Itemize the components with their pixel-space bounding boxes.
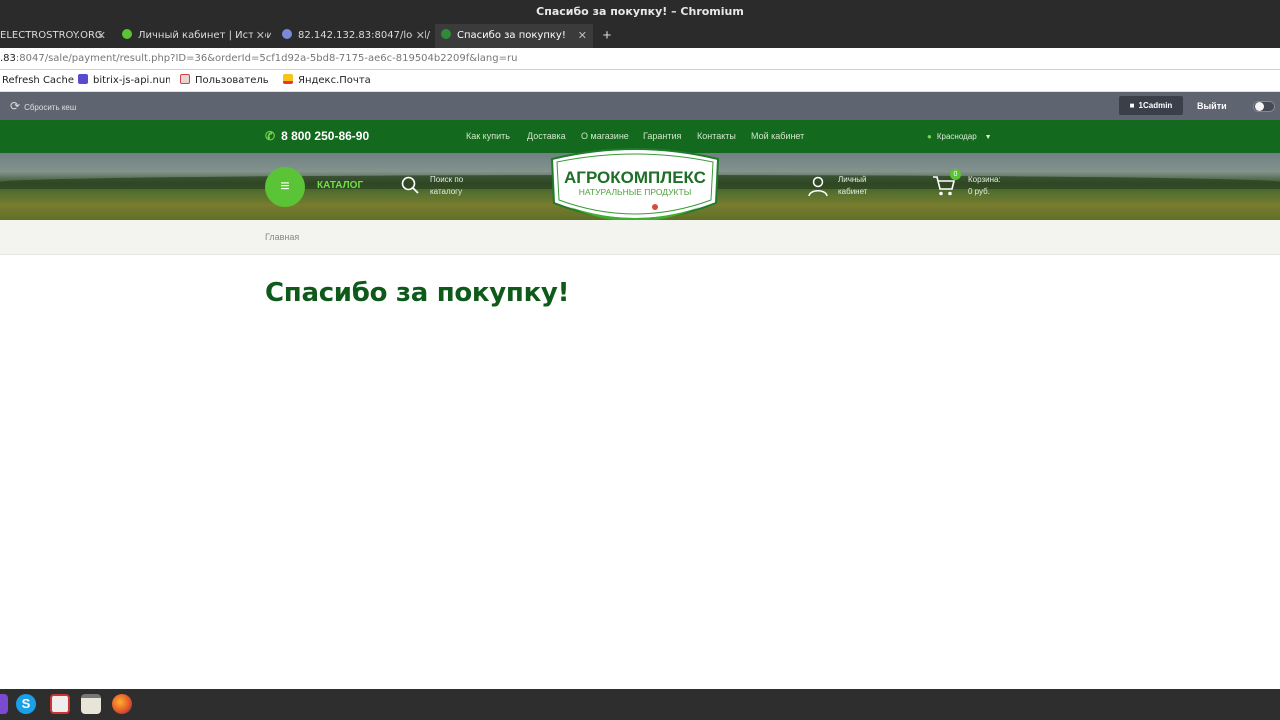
tab-label: Личный кабинет | Истори (138, 30, 271, 41)
search-line-2: каталогу (430, 187, 463, 196)
tab-electrostroy[interactable]: ELECTROSTROY.ORG ✕ (0, 24, 112, 48)
tab-thank-you[interactable]: Спасибо за покупку! ✕ (435, 24, 593, 48)
text-editor-icon[interactable] (81, 694, 101, 714)
tab-personal-account[interactable]: Личный кабинет | Истори ✕ (116, 24, 271, 48)
breadcrumb: Главная (0, 220, 1280, 255)
phone-icon: ✆ (265, 129, 276, 143)
logo-title: АГРОКОМПЛЕКС (564, 168, 706, 187)
search-icon[interactable] (401, 176, 419, 194)
tab-label: ELECTROSTROY.ORG (0, 30, 103, 41)
reset-cache-button[interactable]: ⟳ Сбросить кеш (10, 92, 76, 120)
globe-icon (282, 29, 292, 39)
window-title: Спасибо за покупку! – Chromium (0, 0, 1280, 24)
site-favicon-icon (441, 29, 451, 39)
site-favicon-icon (122, 29, 132, 39)
map-pin-icon: ● (927, 132, 932, 141)
site-logo[interactable]: АГРОКОМПЛЕКС НАТУРАЛЬНЫЕ ПРОДУКТЫ (548, 145, 722, 227)
cart-link[interactable]: Корзина: 0 руб. (968, 174, 1028, 198)
bitrix-icon (78, 74, 88, 84)
refresh-icon: ⟳ (10, 99, 21, 113)
tab-label: 82.142.132.83:8047/local/ (298, 30, 431, 41)
phone-link[interactable]: ✆ 8 800 250-86-90 (265, 120, 369, 153)
catalog-menu-button[interactable]: ≡ (265, 167, 305, 207)
search-line-1: Поиск по (430, 175, 464, 184)
reset-cache-label: Сбросить кеш (24, 103, 77, 112)
mail-icon (283, 74, 293, 84)
bookmark-label: Яндекс.Почта (298, 75, 371, 86)
nav-how-to-buy[interactable]: Как купить (466, 120, 510, 153)
tab-label: Спасибо за покупку! (457, 30, 566, 41)
admin-panel: ⟳ Сбросить кеш ■ 1Cadmin Выйти (0, 92, 1280, 120)
admin-user-button[interactable]: ■ 1Cadmin (1119, 96, 1183, 115)
hamburger-icon: ≡ (280, 178, 290, 195)
url-text: .83:8047/sale/payment/result.php?ID=36&o… (0, 48, 517, 70)
address-bar[interactable]: .83:8047/sale/payment/result.php?ID=36&o… (0, 48, 1280, 70)
phone-number: 8 800 250-86-90 (281, 129, 370, 143)
city-name: Краснодар (936, 132, 977, 141)
new-tab-button[interactable]: + (598, 24, 616, 48)
launcher-icon[interactable] (0, 694, 8, 714)
catalog-label[interactable]: КАТАЛОГ (317, 180, 363, 191)
user-icon[interactable] (807, 175, 829, 197)
close-icon[interactable]: ✕ (252, 24, 265, 48)
tab-local[interactable]: 82.142.132.83:8047/local/ ✕ (276, 24, 431, 48)
close-icon[interactable]: ✕ (97, 24, 106, 48)
page-title: Спасибо за покупку! (265, 278, 570, 308)
city-selector[interactable]: ● Краснодар ▼ (927, 120, 992, 153)
bookmark-refresh-cache[interactable]: Refresh Cache (2, 70, 74, 92)
chevron-down-icon: ▼ (984, 134, 992, 141)
cart-line-1: Корзина: (968, 175, 1001, 184)
bookmark-label: Пользователь к (195, 75, 272, 86)
cart-count-badge: 0 (950, 169, 961, 180)
avatar-icon (180, 74, 190, 84)
bookmark-bitrix-js-api[interactable]: bitrix-js-api.num (78, 70, 170, 92)
logout-button[interactable]: Выйти (1197, 92, 1227, 120)
admin-user-label: 1Cadmin (1138, 101, 1173, 110)
skype-icon[interactable]: S (16, 694, 36, 714)
logo-subtitle: НАТУРАЛЬНЫЕ ПРОДУКТЫ (579, 187, 691, 197)
search-link[interactable]: Поиск по каталогу (430, 174, 490, 198)
bookmark-label: bitrix-js-api.num (93, 75, 170, 86)
nav-my-account[interactable]: Мой кабинет (751, 120, 804, 153)
account-link[interactable]: Личный кабинет (838, 174, 888, 198)
os-taskbar: S (0, 689, 1280, 720)
user-icon: ■ (1129, 101, 1135, 110)
tab-strip: ELECTROSTROY.ORG ✕ Личный кабинет | Исто… (0, 24, 1280, 48)
account-line-1: Личный (838, 175, 867, 184)
breadcrumb-home[interactable]: Главная (265, 220, 299, 255)
firefox-icon[interactable] (112, 694, 132, 714)
bookmark-user[interactable]: Пользователь к (180, 70, 272, 92)
edit-mode-toggle[interactable] (1253, 101, 1275, 112)
bookmark-label: Refresh Cache (2, 75, 75, 86)
close-icon[interactable]: ✕ (412, 24, 425, 48)
account-line-2: кабинет (838, 187, 868, 196)
document-viewer-icon[interactable] (50, 694, 70, 714)
url-host: .83 (0, 53, 16, 64)
toggle-knob (1255, 102, 1264, 111)
close-icon[interactable]: ✕ (574, 24, 587, 48)
bookmarks-bar: Refresh Cache bitrix-js-api.num Пользова… (0, 70, 1280, 92)
url-path: :8047/sale/payment/result.php?ID=36&orde… (15, 53, 518, 64)
cart-line-2: 0 руб. (968, 187, 990, 196)
bookmark-yandex-mail[interactable]: Яндекс.Почта (283, 70, 371, 92)
